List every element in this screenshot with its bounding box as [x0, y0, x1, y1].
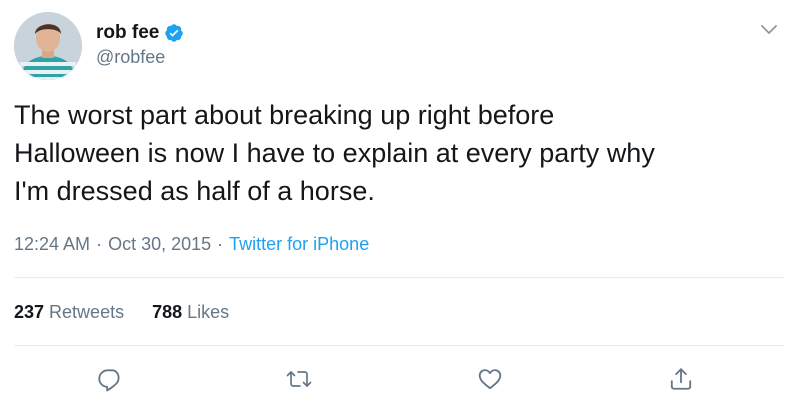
meta-separator: · [96, 234, 103, 254]
likes-stat[interactable]: 788 Likes [152, 302, 229, 323]
heart-icon [478, 369, 502, 390]
tweet-time[interactable]: 12:24 AM [14, 234, 90, 255]
avatar[interactable] [14, 12, 82, 80]
tweet-card: rob fee @robfee The worst part about bre… [0, 0, 800, 406]
likes-label: Likes [187, 302, 230, 322]
avatar-image [14, 12, 82, 80]
tweet-stats: 237 Retweets 788 Likes [14, 302, 229, 323]
reply-button[interactable] [95, 364, 125, 394]
divider [14, 345, 784, 346]
verified-badge-icon [164, 23, 184, 43]
divider [14, 277, 784, 278]
meta-separator: · [217, 234, 224, 254]
share-button[interactable] [666, 364, 696, 394]
handle[interactable]: @robfee [96, 47, 165, 68]
retweets-label: Retweets [49, 302, 125, 322]
reply-icon [98, 369, 120, 392]
action-bar [0, 362, 800, 398]
tweet-date[interactable]: Oct 30, 2015 [108, 234, 211, 255]
chevron-down-icon[interactable] [758, 20, 780, 40]
tweet-text: The worst part about breaking up right b… [14, 100, 655, 206]
share-icon [670, 368, 692, 390]
retweet-icon [286, 371, 312, 387]
retweets-stat[interactable]: 237 Retweets [14, 302, 124, 323]
tweet-source-link[interactable]: Twitter for iPhone [229, 234, 369, 255]
retweets-count: 237 [14, 302, 45, 322]
retweet-button[interactable] [284, 364, 314, 394]
author-name-row: rob fee [96, 20, 184, 46]
tweet-meta: 12:24 AM · Oct 30, 2015 · Twitter for iP… [14, 234, 369, 255]
likes-count: 788 [152, 302, 183, 322]
display-name[interactable]: rob fee [96, 22, 159, 44]
like-button[interactable] [475, 364, 505, 394]
